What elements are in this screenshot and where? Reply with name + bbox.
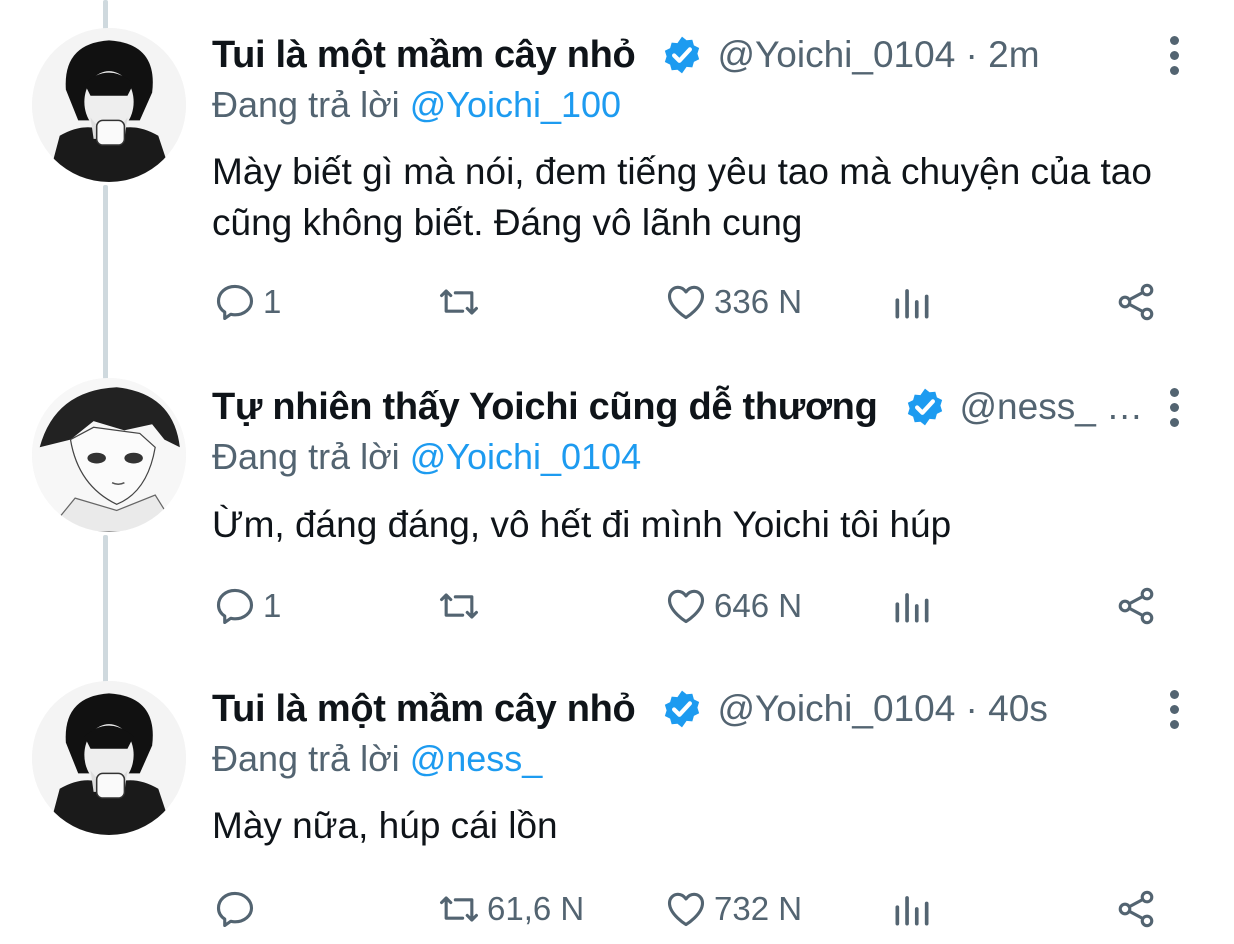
avatar[interactable] xyxy=(32,681,186,835)
reply-icon xyxy=(216,891,254,928)
tweet-header: Tui là một mầm cây nhỏ @Yoichi_0104 · 40… xyxy=(212,684,1154,734)
replying-mention[interactable]: @ness_ xyxy=(410,738,543,779)
tweet-actions: 61,6 N 732 N xyxy=(0,884,1234,934)
handle-and-time[interactable]: @Yoichi_0104 · 40s xyxy=(717,688,1047,730)
like-count: 732 N xyxy=(714,890,803,927)
like-button[interactable]: 732 N xyxy=(664,884,802,934)
display-name[interactable]: Tui là một mầm cây nhỏ xyxy=(212,688,636,731)
share-icon xyxy=(1118,890,1154,928)
verified-badge-icon xyxy=(665,690,700,728)
heart-icon xyxy=(667,892,705,927)
replying-to: Đang trả lời @ness_ xyxy=(212,738,542,780)
views-button[interactable] xyxy=(890,884,934,934)
more-vertical-icon[interactable] xyxy=(1162,684,1186,734)
retweet-button[interactable]: 61,6 N xyxy=(437,884,584,934)
avatar-image xyxy=(32,681,186,835)
tweet-text: Mày nữa, húp cái lồn xyxy=(212,805,558,846)
tweet[interactable]: Tui là một mầm cây nhỏ @Yoichi_0104 · 40… xyxy=(0,0,1234,944)
views-icon xyxy=(895,896,929,926)
retweet-count: 61,6 N xyxy=(487,890,585,927)
reply-button[interactable] xyxy=(213,884,263,934)
retweet-icon xyxy=(440,896,478,922)
replying-prefix: Đang trả lời xyxy=(212,738,400,779)
share-button[interactable] xyxy=(1114,884,1158,934)
